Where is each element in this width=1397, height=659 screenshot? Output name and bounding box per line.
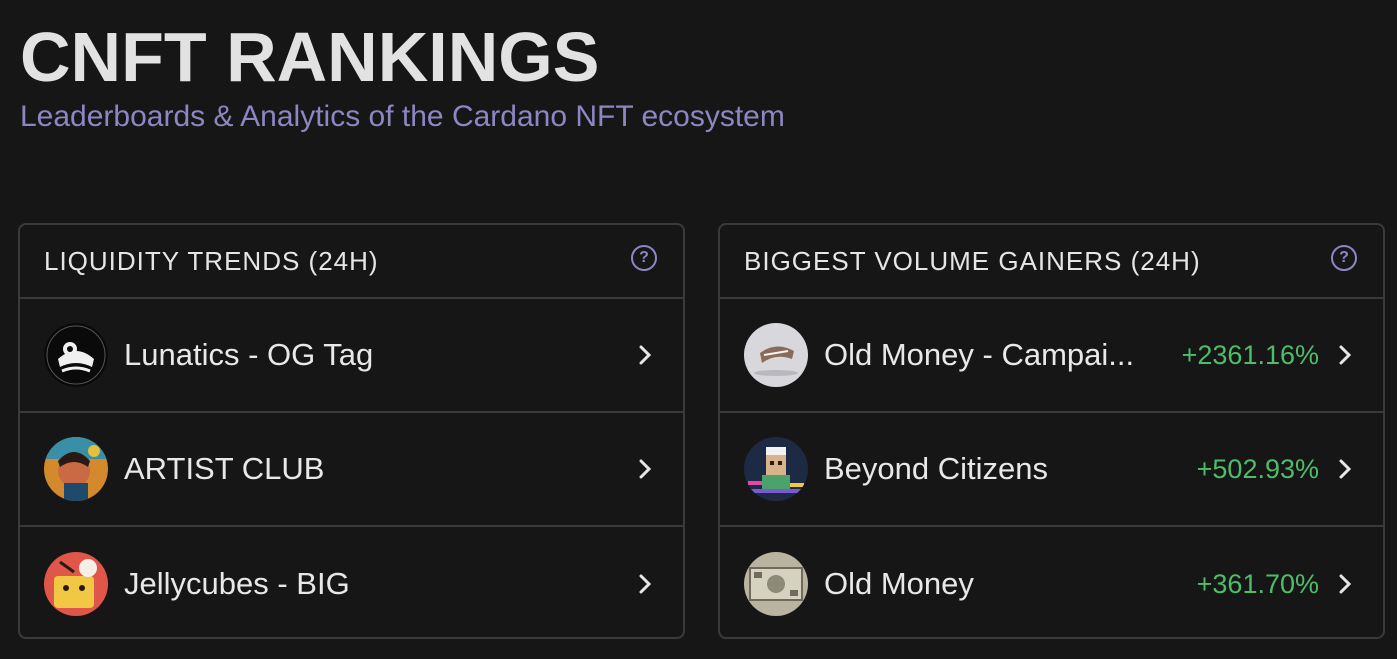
panel-header: BIGGEST VOLUME GAINERS (24H) ?	[720, 225, 1383, 299]
list-item[interactable]: Lunatics - OG Tag	[20, 299, 683, 413]
chevron-right-icon	[1337, 572, 1353, 596]
liquidity-trends-panel: LIQUIDITY TRENDS (24H) ? Lunatics - OG T…	[18, 223, 685, 639]
panel-title: LIQUIDITY TRENDS (24H)	[44, 245, 379, 276]
list-item[interactable]: Beyond Citizens +502.93%	[720, 413, 1383, 527]
list-item[interactable]: ARTIST CLUB	[20, 413, 683, 527]
volume-change: +361.70%	[1196, 568, 1319, 599]
collection-name: Jellycubes - BIG	[124, 566, 350, 601]
page-subtitle: Leaderboards & Analytics of the Cardano …	[20, 100, 785, 133]
page-header: CNFT RANKINGS Leaderboards & Analytics o…	[20, 18, 785, 134]
chevron-right-icon	[1337, 343, 1353, 367]
collection-name: Lunatics - OG Tag	[124, 337, 374, 372]
list-item[interactable]: Old Money +361.70%	[720, 527, 1383, 641]
collection-avatar	[744, 552, 808, 616]
collection-avatar	[44, 323, 108, 387]
collection-avatar	[744, 323, 808, 387]
collection-avatar	[744, 437, 808, 501]
volume-change: +2361.16%	[1181, 339, 1319, 370]
collection-name: Beyond Citizens	[824, 451, 1049, 486]
collection-name: ARTIST CLUB	[124, 451, 325, 486]
panel-title: BIGGEST VOLUME GAINERS (24H)	[744, 245, 1201, 276]
question-circle-icon[interactable]: ?	[631, 245, 657, 271]
panel-header: LIQUIDITY TRENDS (24H) ?	[20, 225, 683, 299]
volume-gainers-panel: BIGGEST VOLUME GAINERS (24H) ? Old Money…	[718, 223, 1385, 639]
page-title: CNFT RANKINGS	[20, 18, 600, 96]
collection-name: Old Money	[824, 566, 974, 601]
chevron-right-icon	[1337, 457, 1353, 481]
collection-avatar	[44, 437, 108, 501]
list-item[interactable]: Jellycubes - BIG	[20, 527, 683, 641]
chevron-right-icon	[637, 457, 653, 481]
volume-change: +502.93%	[1196, 453, 1319, 484]
question-circle-icon[interactable]: ?	[1331, 245, 1357, 271]
chevron-right-icon	[637, 343, 653, 367]
list-item[interactable]: Old Money - Campai... +2361.16%	[720, 299, 1383, 413]
collection-name: Old Money - Campai...	[824, 337, 1135, 372]
chevron-right-icon	[637, 572, 653, 596]
collection-avatar	[44, 552, 108, 616]
